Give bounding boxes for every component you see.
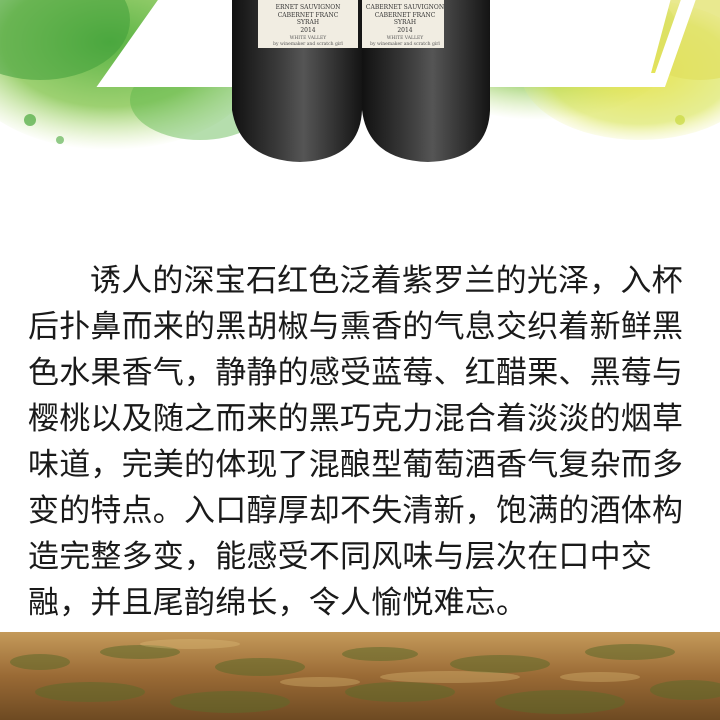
bottle-right-maker: by winemaker and scratch girl (370, 41, 440, 47)
wine-description: 诱人的深宝石红色泛着紫罗兰的光泽，入杯 后扑鼻而来的黑胡椒与熏香的气息交织着新鲜… (28, 258, 692, 626)
bottle-right-label-line2: CABERNET FRANC (375, 12, 436, 19)
bottle-left-label-line2: CABERNET FRANC (278, 12, 339, 19)
description-line: 诱人的深宝石红色泛着紫罗兰的光泽，入杯 (90, 263, 683, 299)
bottle-left-label-line1: ERNET SAUVIGNON (276, 4, 341, 11)
description-line: 色水果香气，静静的感受蓝莓、红醋栗、黑莓与 (28, 355, 684, 391)
description-line: 造完整多变，能感受不同风味与层次在口中交 (28, 539, 652, 575)
bottle-right-label-line3: SYRAH (394, 19, 416, 26)
wine-bottle-right: CABERNET SAUVIGNON CABERNET FRANC SYRAH … (362, 0, 490, 162)
bottle-left-region: WHITE VALLEY (290, 35, 327, 41)
bottle-left-label-line3: SYRAH (297, 19, 319, 26)
bottle-left-maker: by winemaker and scratch girl (273, 41, 343, 47)
bottle-right-year: 2014 (397, 27, 412, 34)
description-line: 后扑鼻而来的黑胡椒与熏香的气息交织着新鲜黑 (28, 309, 684, 345)
bottle-left-year: 2014 (300, 27, 315, 34)
hero-banner: ERNET SAUVIGNON CABERNET FRANC SYRAH 201… (0, 0, 720, 200)
hero-illustration: ERNET SAUVIGNON CABERNET FRANC SYRAH 201… (0, 0, 720, 162)
vineyard-illustration (0, 632, 720, 720)
bottle-right-region: WHITE VALLEY (387, 35, 424, 41)
wine-bottle-left: ERNET SAUVIGNON CABERNET FRANC SYRAH 201… (232, 0, 362, 162)
description-line: 变的特点。入口醇厚却不失清新，饱满的酒体构 (28, 493, 684, 529)
description-line: 味道，完美的体现了混酿型葡萄酒香气复杂而多 (28, 447, 684, 483)
description-line: 樱桃以及随之而来的黑巧克力混合着淡淡的烟草 (28, 401, 684, 437)
bottle-right-label-line1: CABERNET SAUVIGNON (366, 4, 444, 11)
description-line: 融，并且尾韵绵长，令人愉悦难忘。 (28, 585, 528, 621)
vineyard-photo (0, 632, 720, 720)
